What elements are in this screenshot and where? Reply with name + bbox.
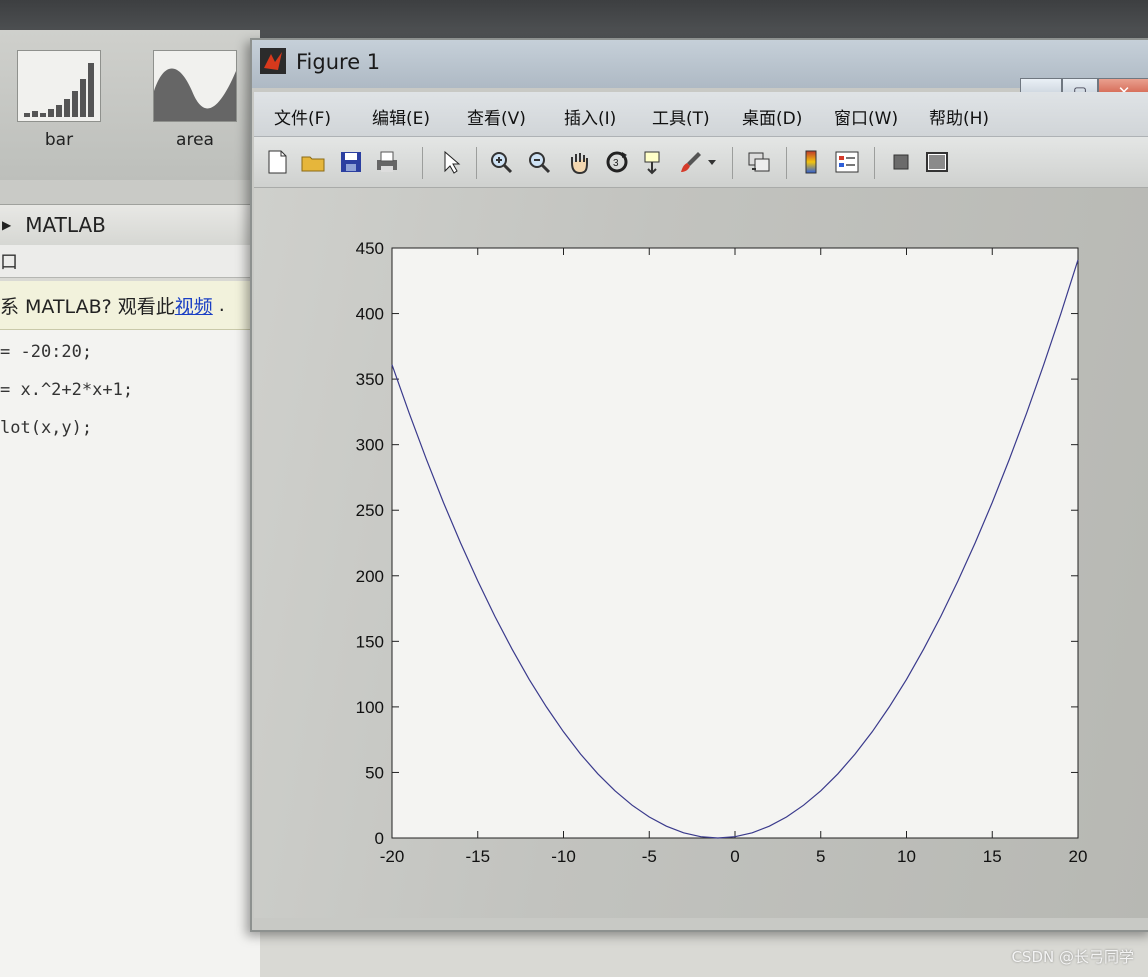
code-line: = -20:20; [0,342,93,362]
gallery-item-bar[interactable]: bar [16,50,102,160]
y-tick-label: 50 [365,763,384,782]
pan-hand-icon[interactable] [564,147,594,177]
plot-gallery: bar area [0,30,260,181]
x-tick-label: 20 [1069,847,1088,866]
insert-legend-icon[interactable] [832,147,862,177]
figure-title: Figure 1 [296,50,381,74]
menu-help[interactable]: 帮助(H) [929,104,989,129]
plot-area[interactable]: -20 -15 -10 -5 0 5 10 15 20050100150200250300350… [254,188,1148,918]
x-tick-label: 10 [897,847,916,866]
y-tick-label: 0 [375,829,384,848]
save-icon[interactable] [336,147,366,177]
watermark: CSDN @长弓同学 [1011,948,1134,966]
y-tick-label: 200 [356,567,384,586]
menu-insert[interactable]: 插入(I) [564,104,616,129]
menu-tools[interactable]: 工具(T) [652,104,710,129]
help-video-link[interactable]: 视频 [175,292,213,319]
print-icon[interactable] [372,147,402,177]
command-window-title-text: 口 [0,252,18,273]
gallery-label-bar: bar [44,130,74,150]
figure-titlebar[interactable]: Figure 1 ▁ ▢ ✕ [252,40,1148,106]
y-tick-label: 400 [356,305,384,324]
insert-colorbar-icon[interactable] [796,147,826,177]
y-tick-label: 100 [356,698,384,717]
y-tick-label: 150 [356,632,384,651]
x-tick-label: 0 [730,847,739,866]
link-plot-icon[interactable] [744,147,774,177]
x-tick-label: -15 [465,847,490,866]
help-bar: 系 MATLAB? 观看此 视频 . [0,281,260,330]
menu-window[interactable]: 窗口(W) [834,104,898,129]
toolstrip-bottom [0,180,260,204]
x-tick-label: 15 [983,847,1002,866]
y-tick-label: 300 [356,436,384,455]
y-tick-label: 450 [356,239,384,258]
gallery-label-area: area [176,130,214,150]
menu-bar: 文件(F) 编辑(E) 查看(V) 插入(I) 工具(T) 桌面(D) 窗口(W… [254,92,1148,137]
data-cursor-icon[interactable] [640,147,670,177]
matlab-logo-icon [260,48,286,74]
menu-view[interactable]: 查看(V) [467,104,526,129]
edit-plot-arrow-icon[interactable] [436,147,466,177]
y-tick-label: 350 [356,370,384,389]
matlab-breadcrumb[interactable]: ▶ MATLAB [0,204,260,246]
y-tick-label: 250 [356,501,384,520]
rotate-3d-icon[interactable]: 3 [602,147,632,177]
menu-desktop[interactable]: 桌面(D) [742,104,802,129]
code-line: lot(x,y); [0,418,93,438]
area-chart-thumbnail-icon [153,50,237,122]
command-window-title: 口 [0,245,260,278]
bar-chart-thumbnail-icon [17,50,101,122]
figure-canvas[interactable]: -20 -15 -10 -5 0 5 10 15 20 0 50 100 150 200 250 300 350… [254,188,1148,918]
zoom-out-icon[interactable] [524,147,554,177]
x-tick-label: -20 [380,847,405,866]
figure-toolbar: 3 [254,137,1148,188]
help-bar-suffix: . [218,294,225,316]
new-figure-icon[interactable] [262,147,292,177]
menu-file[interactable]: 文件(F) [274,104,331,129]
brush-dropdown-icon[interactable] [704,147,720,177]
code-line: = x.^2+2*x+1; [0,380,134,400]
command-window[interactable]: = -20:20; = x.^2+2*x+1; lot(x,y); [0,330,260,977]
help-bar-text: 系 MATLAB? 观看此 [0,295,175,318]
show-plot-tools-icon[interactable] [922,147,952,177]
hide-plot-tools-icon[interactable] [886,147,916,177]
x-tick-label: -10 [551,847,576,866]
menu-edit[interactable]: 编辑(E) [372,104,430,129]
gallery-item-area[interactable]: area [152,50,238,160]
zoom-in-icon[interactable] [486,147,516,177]
open-file-icon[interactable] [298,147,328,177]
brush-icon[interactable] [676,147,706,177]
figure-window: Figure 1 ▁ ▢ ✕ 文件(F) 编辑(E) 查看(V) 插入(I) 工… [250,38,1148,932]
expand-arrow-icon[interactable]: ▶ [2,218,11,232]
x-tick-label: 5 [816,847,825,866]
svg-text:3: 3 [613,158,619,169]
x-tick-label: -5 [642,847,657,866]
matlab-breadcrumb-label: MATLAB [25,213,106,237]
